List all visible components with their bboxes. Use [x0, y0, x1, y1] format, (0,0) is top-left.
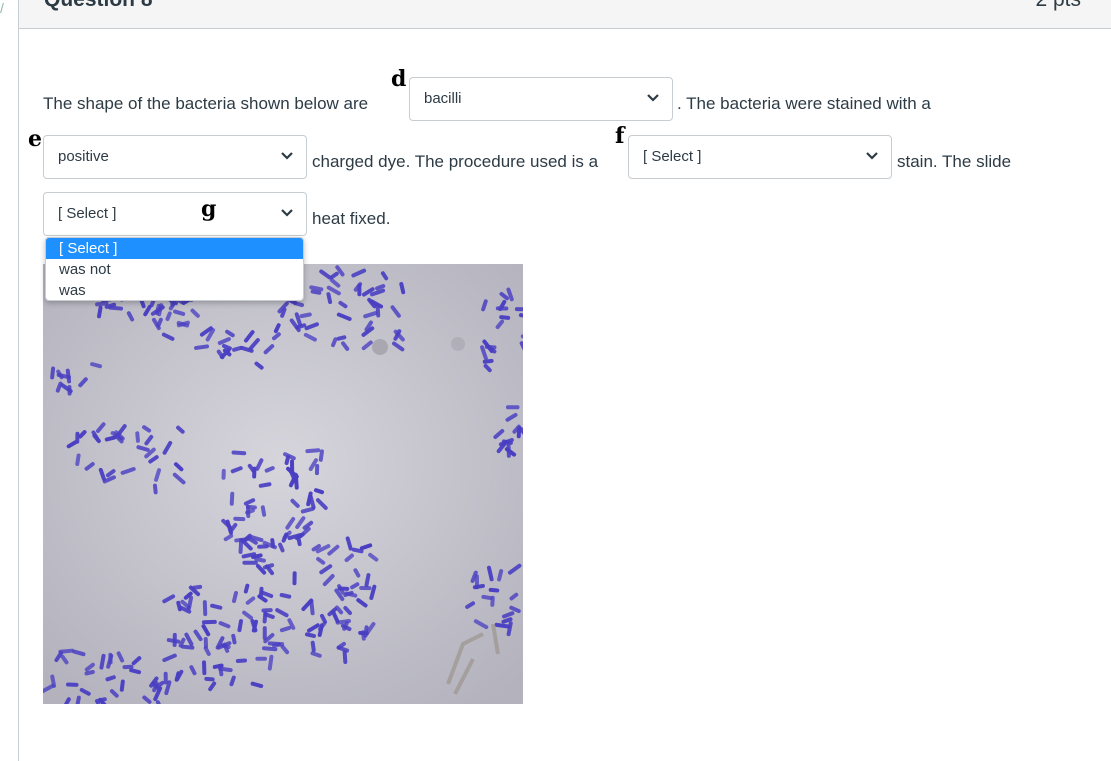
bacterium-rod	[66, 682, 79, 686]
bacterium-rod	[358, 631, 369, 636]
bacterium-rod	[359, 586, 371, 590]
question-text-1b: . The bacteria were stained with a	[677, 94, 931, 114]
bacterium-rod	[203, 600, 208, 616]
heat-fixed-options-list[interactable]: [ Select ] was not was	[45, 237, 304, 301]
option-was[interactable]: was	[46, 280, 303, 301]
option-was-not[interactable]: was not	[46, 259, 303, 280]
annotation-e: e	[28, 126, 42, 152]
bacterium-rod	[255, 657, 267, 661]
bacterium-rod	[108, 653, 112, 665]
bacterium-rod	[230, 492, 235, 506]
heat-fixed-dropdown[interactable]: [ Select ]	[43, 192, 307, 236]
charge-dropdown-value: positive	[58, 148, 109, 165]
chevron-down-icon	[280, 151, 294, 161]
chevron-down-icon	[646, 93, 660, 103]
annotation-f: f	[615, 123, 624, 149]
bacterium-rod	[236, 658, 247, 663]
bacterium-rod	[517, 426, 522, 438]
question-header: Question 8 2 pts	[19, 0, 1111, 29]
procedure-dropdown[interactable]: [ Select ]	[628, 135, 892, 179]
bacterium-rod	[257, 544, 269, 549]
bacterium-rod	[252, 467, 256, 479]
annotation-g: g	[201, 196, 216, 222]
bacterium-rod	[202, 620, 217, 625]
bacterium-rod	[261, 608, 273, 613]
question-text-2b: stain. The slide	[897, 152, 1011, 172]
question-text-3: heat fixed.	[312, 209, 390, 229]
shape-dropdown-value: bacilli	[424, 90, 462, 107]
bacterium-rod	[475, 574, 479, 589]
charge-dropdown[interactable]: positive	[43, 135, 307, 179]
bacterium-rod	[242, 561, 257, 565]
question-title: Question 8	[44, 0, 153, 12]
bacterium-rod	[233, 517, 245, 522]
option-select[interactable]: [ Select ]	[46, 238, 303, 259]
bacterium-rod	[292, 571, 296, 585]
annotation-d: d	[391, 66, 406, 92]
chevron-down-icon	[865, 151, 879, 161]
bacterium-rod	[221, 469, 225, 480]
bacterium-rod	[204, 637, 208, 649]
bacterium-rod	[490, 596, 495, 607]
shape-dropdown[interactable]: bacilli	[409, 77, 673, 121]
bacterium-rod	[202, 660, 207, 675]
bacterium-rod	[515, 307, 523, 311]
bacteria-micrograph	[43, 264, 523, 704]
question-text-2a: charged dye. The procedure used is a	[312, 152, 598, 172]
edge-check-icon: /	[0, 0, 4, 16]
question-points: 2 pts	[1035, 0, 1081, 12]
chevron-down-icon	[280, 208, 294, 218]
bacterium-rod	[506, 405, 520, 409]
question-text-1a: The shape of the bacteria shown below ar…	[43, 94, 368, 114]
bacterium-rod	[315, 464, 319, 475]
heat-fixed-dropdown-value: [ Select ]	[58, 205, 116, 222]
bacterium-rod	[485, 345, 497, 350]
procedure-dropdown-value: [ Select ]	[643, 148, 701, 165]
